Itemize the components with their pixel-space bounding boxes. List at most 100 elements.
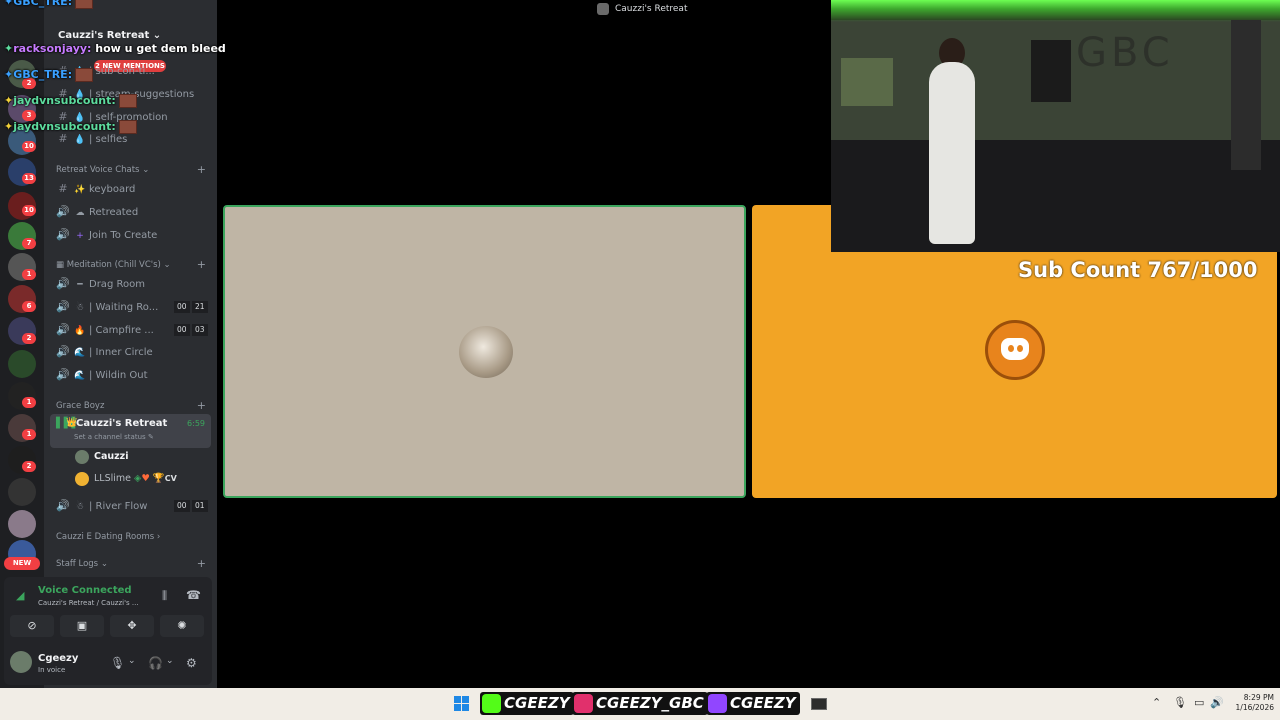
voice-channel[interactable]: # ✨ keyboard [56,180,211,198]
disconnect-icon[interactable]: ☎ [186,588,201,602]
gear-icon[interactable]: ⚙ [186,656,197,670]
add-channel-icon[interactable]: + [197,258,206,272]
soundboard-icon: ✺ [177,619,187,632]
voice-connected-channel[interactable]: Cauzzi's Retreat / Cauzzi's ... [38,599,139,607]
participant-tile-speaking[interactable] [223,205,746,498]
soundboard-button[interactable]: ✺ [160,615,204,637]
speaker-icon: 🔊 [56,277,70,290]
chat-message: ✦jaydvnsubcount: [4,94,137,108]
activities-icon: ✥ [127,619,137,632]
hash-icon: # [58,182,68,195]
server-icon[interactable] [8,478,36,506]
screen-share-button[interactable]: ▣ [60,615,104,637]
mention-badge: 10 [22,205,36,216]
discord-stream-screen: 2 3 10 13 10 7 1 6 2 1 1 2 NEW Cauzzi's … [0,0,1280,720]
channel-emoji-icon: ☁ [75,208,85,218]
chevron-down-icon: ⌄ [100,559,108,569]
mention-badge: 1 [22,269,36,280]
mic-arm [1231,20,1261,170]
activities-button[interactable]: ✥ [110,615,154,637]
headphones-icon[interactable]: 🎧 [148,656,163,670]
voice-channel[interactable]: 🔊 🌊 | Wildin Out [56,366,211,384]
fire-icon: 🔥 [74,326,86,336]
camera-off-icon: ⊘ [27,619,37,632]
channel-icon [597,2,609,15]
voice-user[interactable]: LLSlime ◈♥ 🏆CV [75,470,177,488]
streamer-figure [929,62,975,244]
emote-image [118,120,137,134]
mention-badge: 6 [22,301,36,312]
speaker-icon: 🔊 [56,205,70,218]
system-clock[interactable]: 8:29 PM 1/16/2026 [1228,693,1274,713]
mention-badge: 1 [22,429,36,440]
chevron-up-icon[interactable]: ⌃ [1152,696,1161,709]
user-limit: 03 [192,324,208,336]
chevron-down-icon: ⌄ [142,165,150,175]
pencil-icon[interactable]: ✎ [148,433,154,441]
chevron-right-icon: › [156,532,161,542]
wall-poster [841,58,893,106]
server-icon[interactable] [8,350,36,378]
channel-emoji-icon: ▦ [56,260,65,270]
category-meditation[interactable]: ▦ Meditation (Chill VC's) ⌄ + [56,258,206,272]
voice-channel[interactable]: 🔊 🌊 | Inner Circle [56,343,211,361]
user-avatar[interactable] [10,651,32,673]
chevron-down-icon[interactable]: ⌄ [128,656,136,666]
sparkle-icon: ✦ [4,94,14,107]
user-count: 00 [174,301,190,313]
noise-suppression-icon[interactable]: ⫼ [162,589,167,603]
category-grace-boyz[interactable]: Grace Boyz + [56,399,206,413]
chat-message: ✦racksonjayy: how u get dem bleed [4,42,226,55]
windows-start-icon[interactable] [454,696,470,712]
signal-icon[interactable]: ◢ [16,589,24,602]
instagram-handle-overlay: CGEEZY_GBC [572,692,708,715]
sub-count-overlay: Sub Count 767/1000 [1018,258,1258,282]
voice-connected-label: Voice Connected [38,585,132,596]
voice-channel[interactable]: 🔊 + Join To Create [56,226,211,244]
mention-badge: 10 [22,141,36,152]
add-channel-icon[interactable]: + [197,163,206,177]
voice-channel[interactable]: 🔊 ☃ | Waiting Ro... 00 21 [56,298,211,316]
avatar [75,449,89,464]
twitch-logo-icon [708,694,727,713]
user-limit: 21 [192,301,208,313]
voice-user[interactable]: Cauzzi [75,448,128,466]
emote-image [75,68,94,82]
voice-channel[interactable]: 🔊 ☃ | River Flow 00 01 [56,497,211,515]
emote-image [118,94,137,108]
server-icon[interactable] [8,510,36,538]
discord-logo-eye [1008,345,1014,352]
channel-emoji-icon: ☃ [75,502,85,512]
voice-channel[interactable]: 🔊 ☁ Retreated [56,203,211,221]
microphone-icon[interactable]: 🎙 [110,656,125,670]
webcam-bed [831,140,1280,252]
voice-channel[interactable]: 🔊 🔥 | Campfire ... 00 03 [56,321,211,339]
mention-badge: 7 [22,238,36,249]
webcam-overlay: GBC [831,0,1280,252]
windows-taskbar: CGEEZY CGEEZY_GBC CGEEZY ⌃ 🎙 ▭ 🔊 8:29 PM… [0,688,1280,720]
voice-channel[interactable]: 🔊 ━ Drag Room [56,275,211,293]
emote-image [75,0,94,9]
chevron-down-icon[interactable]: ⌄ [166,656,174,666]
speaker-icon: 🔊 [56,368,70,381]
microphone-icon[interactable]: 🎙 [1173,696,1187,709]
user-count: 00 [174,500,190,512]
terminal-app-icon[interactable] [811,698,827,710]
category-staff[interactable]: Staff Logs ⌄ + [56,557,206,571]
volume-icon[interactable]: 🔊 [1210,696,1224,709]
active-voice-channel[interactable]: ▌▌▌ 👑 Cauzzi's Retreat 6:59 Set a channe… [50,414,211,448]
camera-off-button[interactable]: ⊘ [10,615,54,637]
add-channel-icon[interactable]: + [197,557,206,571]
speaker-icon: 🔊 [56,300,70,313]
add-channel-icon[interactable]: + [197,399,206,413]
category-retreat-voice[interactable]: Retreat Voice Chats ⌄ + [56,163,206,177]
user-limit: 01 [192,500,208,512]
channel-status-input[interactable]: Set a channel status [74,433,146,441]
plus-icon: + [76,231,84,241]
speaker-icon: 🔊 [56,228,70,241]
participant-avatar [459,326,513,378]
discord-logo-eye [1017,345,1023,352]
network-icon[interactable]: ▭ [1194,696,1204,709]
new-badge: NEW [4,557,40,570]
category-dating[interactable]: Cauzzi E Dating Rooms › [56,530,206,544]
